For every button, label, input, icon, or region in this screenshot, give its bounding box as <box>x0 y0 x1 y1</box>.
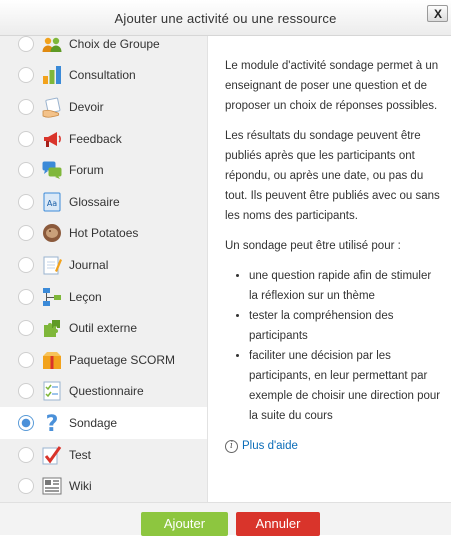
description-bullets: une question rapide afin de stimuler la … <box>225 266 441 426</box>
activity-item-devoir[interactable]: Devoir <box>0 91 207 123</box>
activity-item-label: Consultation <box>69 68 136 83</box>
radio-unselected[interactable] <box>18 67 34 84</box>
flowchart-icon <box>41 286 63 308</box>
radio-unselected[interactable] <box>18 288 34 305</box>
radio-unselected[interactable] <box>18 446 34 463</box>
radio-unselected[interactable] <box>18 225 34 242</box>
hand-paper-icon <box>41 96 63 118</box>
activity-item-hot-potatoes[interactable]: Hot Potatoes <box>0 218 207 250</box>
activity-item-label: Sondage <box>69 415 118 430</box>
radio-unselected[interactable] <box>18 320 34 337</box>
activity-item-questionnaire[interactable]: Questionnaire <box>0 376 207 408</box>
activity-item-label: Wiki <box>69 479 92 494</box>
more-help: i Plus d'aide <box>225 436 441 456</box>
activity-item-paquetage-scorm[interactable]: Paquetage SCORM <box>0 344 207 376</box>
wiki-icon <box>41 475 63 497</box>
add-activity-dialog: Ajouter une activité ou une ressource X … <box>0 0 451 536</box>
activity-item-lecon[interactable]: Leçon <box>0 281 207 313</box>
close-button[interactable]: X <box>427 5 448 22</box>
activity-item-label: Outil externe <box>69 321 138 336</box>
more-help-link[interactable]: Plus d'aide <box>242 436 298 456</box>
dialog-titlebar: Ajouter une activité ou une ressource X <box>0 0 451 36</box>
description-paragraph: Le module d'activité sondage permet à un… <box>225 60 439 112</box>
info-icon: i <box>225 439 238 453</box>
activity-item-test[interactable]: Test <box>0 439 207 471</box>
activity-item-label: Paquetage SCORM <box>69 352 176 367</box>
dialog-title: Ajouter une activité ou une ressource <box>114 11 337 26</box>
activity-item-label: Feedback <box>69 131 122 146</box>
cancel-button[interactable]: Annuler <box>236 512 320 536</box>
add-button[interactable]: Ajouter <box>141 512 228 536</box>
activity-item-feedback[interactable]: Feedback <box>0 123 207 155</box>
radio-unselected[interactable] <box>18 478 34 495</box>
activity-item-label: Forum <box>69 163 104 178</box>
question-mark-icon: ? <box>41 412 63 434</box>
notebook-icon <box>41 254 63 276</box>
activity-list-items: Choix de Groupe Consultation Devoir Feedbac… <box>0 36 207 502</box>
activity-item-journal[interactable]: Journal <box>0 249 207 281</box>
radio-unselected[interactable] <box>18 130 34 147</box>
activity-item-wiki[interactable]: Wiki <box>0 470 207 502</box>
radio-unselected[interactable] <box>18 351 34 368</box>
activity-item-label: Journal <box>69 257 109 272</box>
activity-list[interactable]: Choix de Groupe Consultation Devoir Feedbac… <box>0 36 208 502</box>
activity-item-outil-externe[interactable]: Outil externe <box>0 312 207 344</box>
activity-item-label: Questionnaire <box>69 384 144 399</box>
activity-item-label: Choix de Groupe <box>69 36 160 51</box>
radio-unselected[interactable] <box>18 36 34 52</box>
radio-unselected[interactable] <box>18 98 34 115</box>
megaphone-icon <box>41 128 63 150</box>
bar-chart-icon <box>41 64 63 86</box>
radio-unselected[interactable] <box>18 256 34 273</box>
package-icon <box>41 349 63 371</box>
group-choice-icon <box>41 36 63 55</box>
activity-item-consultation[interactable]: Consultation <box>0 60 207 92</box>
radio-unselected[interactable] <box>18 162 34 179</box>
dictionary-icon: Aa <box>41 191 63 213</box>
activity-item-sondage[interactable]: ? Sondage <box>0 407 207 439</box>
activity-description: Le module d'activité sondage permet à un… <box>209 36 451 502</box>
activity-item-label: Leçon <box>69 289 102 304</box>
activity-item-label: Hot Potatoes <box>69 226 139 241</box>
activity-item-glossaire[interactable]: Aa Glossaire <box>0 186 207 218</box>
description-bullet: une question rapide afin de stimuler la … <box>249 266 441 306</box>
activity-item-label: Glossaire <box>69 194 120 209</box>
checkmark-icon <box>41 444 63 466</box>
radio-unselected[interactable] <box>18 193 34 210</box>
description-paragraph: Les résultats du sondage peuvent être pu… <box>225 130 440 222</box>
dialog-footer: Ajouter Annuler <box>0 502 451 536</box>
description-paragraph: Un sondage peut être utilisé pour : <box>225 240 401 252</box>
chat-bubbles-icon <box>41 159 63 181</box>
puzzle-icon <box>41 317 63 339</box>
checklist-icon <box>41 380 63 402</box>
activity-item-forum[interactable]: Forum <box>0 154 207 186</box>
activity-item-label: Test <box>69 447 92 462</box>
potato-icon <box>41 222 63 244</box>
activity-item-label: Devoir <box>69 99 104 114</box>
radio-selected[interactable] <box>18 414 34 431</box>
svg-text:?: ? <box>46 412 59 434</box>
description-bullet: faciliter une décision par les participa… <box>249 346 441 426</box>
description-bullet: tester la compréhension des participants <box>249 306 441 346</box>
svg-text:Aa: Aa <box>47 199 57 208</box>
activity-item-choix-de-groupe[interactable]: Choix de Groupe <box>0 36 207 60</box>
radio-unselected[interactable] <box>18 383 34 400</box>
